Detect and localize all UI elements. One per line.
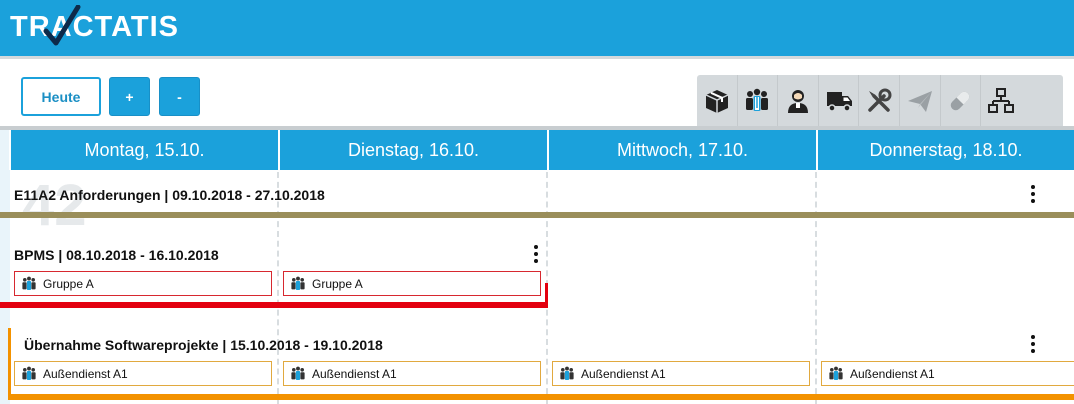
app-logo: TRACTATIS bbox=[10, 5, 180, 46]
event-menu-button[interactable] bbox=[1030, 185, 1036, 207]
resource-chip[interactable]: Außendienst A1 bbox=[821, 361, 1074, 386]
box-icon bbox=[705, 89, 729, 113]
event-timeline-bar bbox=[0, 302, 547, 308]
event-menu-button[interactable] bbox=[1030, 335, 1036, 357]
filter-tools-button[interactable] bbox=[859, 75, 900, 126]
resource-chip[interactable]: Gruppe A bbox=[283, 271, 541, 296]
resource-filter-bar bbox=[697, 75, 1063, 126]
group-icon bbox=[291, 276, 305, 290]
filter-persons-button[interactable] bbox=[778, 75, 819, 126]
event-title[interactable]: E11A2 Anforderungen | 09.10.2018 - 27.10… bbox=[14, 187, 325, 203]
filter-medication-button[interactable] bbox=[941, 75, 982, 126]
pill-icon bbox=[951, 91, 970, 110]
event-end-marker bbox=[545, 283, 548, 308]
event-title[interactable]: Übernahme Softwareprojekte | 15.10.2018 … bbox=[24, 337, 383, 353]
resource-chip-label: Gruppe A bbox=[312, 276, 363, 291]
filter-messages-button[interactable] bbox=[900, 75, 941, 126]
org-chart-icon bbox=[988, 87, 1015, 113]
group-icon bbox=[291, 366, 305, 380]
zoom-out-button[interactable]: - bbox=[159, 77, 200, 116]
zoom-in-button[interactable]: + bbox=[109, 77, 150, 116]
day-header-tuesday: Dienstag, 16.10. bbox=[278, 130, 547, 170]
filter-groups-button[interactable] bbox=[738, 75, 779, 126]
day-header-wednesday: Mittwoch, 17.10. bbox=[547, 130, 816, 170]
truck-icon bbox=[826, 91, 852, 112]
group-icon bbox=[22, 366, 36, 380]
resource-chip-label: Gruppe A bbox=[43, 276, 94, 291]
filter-material-button[interactable] bbox=[697, 75, 738, 126]
group-icon bbox=[22, 276, 36, 290]
app-header: TRACTATIS bbox=[0, 0, 1074, 56]
person-icon bbox=[787, 89, 808, 113]
group-icon bbox=[829, 366, 843, 380]
event-title[interactable]: BPMS | 08.10.2018 - 16.10.2018 bbox=[14, 247, 219, 263]
group-icon bbox=[560, 366, 574, 380]
week-number-watermark: 42 bbox=[22, 173, 87, 238]
group-icon bbox=[746, 88, 769, 111]
event-timeline-bar bbox=[0, 212, 1074, 218]
resource-chip-label: Außendienst A1 bbox=[581, 366, 666, 381]
tools-icon bbox=[868, 88, 892, 112]
resource-chip-label: Außendienst A1 bbox=[850, 366, 935, 381]
event-menu-button[interactable] bbox=[533, 245, 539, 267]
toolbar: Heute + - bbox=[0, 56, 1074, 126]
resource-chip[interactable]: Gruppe A bbox=[14, 271, 272, 296]
day-separator bbox=[815, 172, 817, 404]
checkmark-icon bbox=[43, 5, 81, 46]
logo-text: TRACTATIS bbox=[10, 11, 180, 43]
resource-chip-label: Außendienst A1 bbox=[312, 366, 397, 381]
resource-chip-label: Außendienst A1 bbox=[43, 366, 128, 381]
today-button[interactable]: Heute bbox=[21, 77, 101, 116]
resource-chip[interactable]: Außendienst A1 bbox=[283, 361, 541, 386]
filter-vehicles-button[interactable] bbox=[819, 75, 860, 126]
event-start-marker bbox=[8, 328, 11, 398]
paper-plane-icon bbox=[907, 90, 932, 112]
resource-chip[interactable]: Außendienst A1 bbox=[552, 361, 810, 386]
filter-organization-button[interactable] bbox=[981, 75, 1022, 126]
event-timeline-bar bbox=[8, 394, 1074, 400]
day-header-thursday: Donnerstag, 18.10. bbox=[816, 130, 1074, 170]
resource-chip[interactable]: Außendienst A1 bbox=[14, 361, 272, 386]
day-header-monday: Montag, 15.10. bbox=[9, 130, 278, 170]
day-separator bbox=[277, 172, 279, 404]
